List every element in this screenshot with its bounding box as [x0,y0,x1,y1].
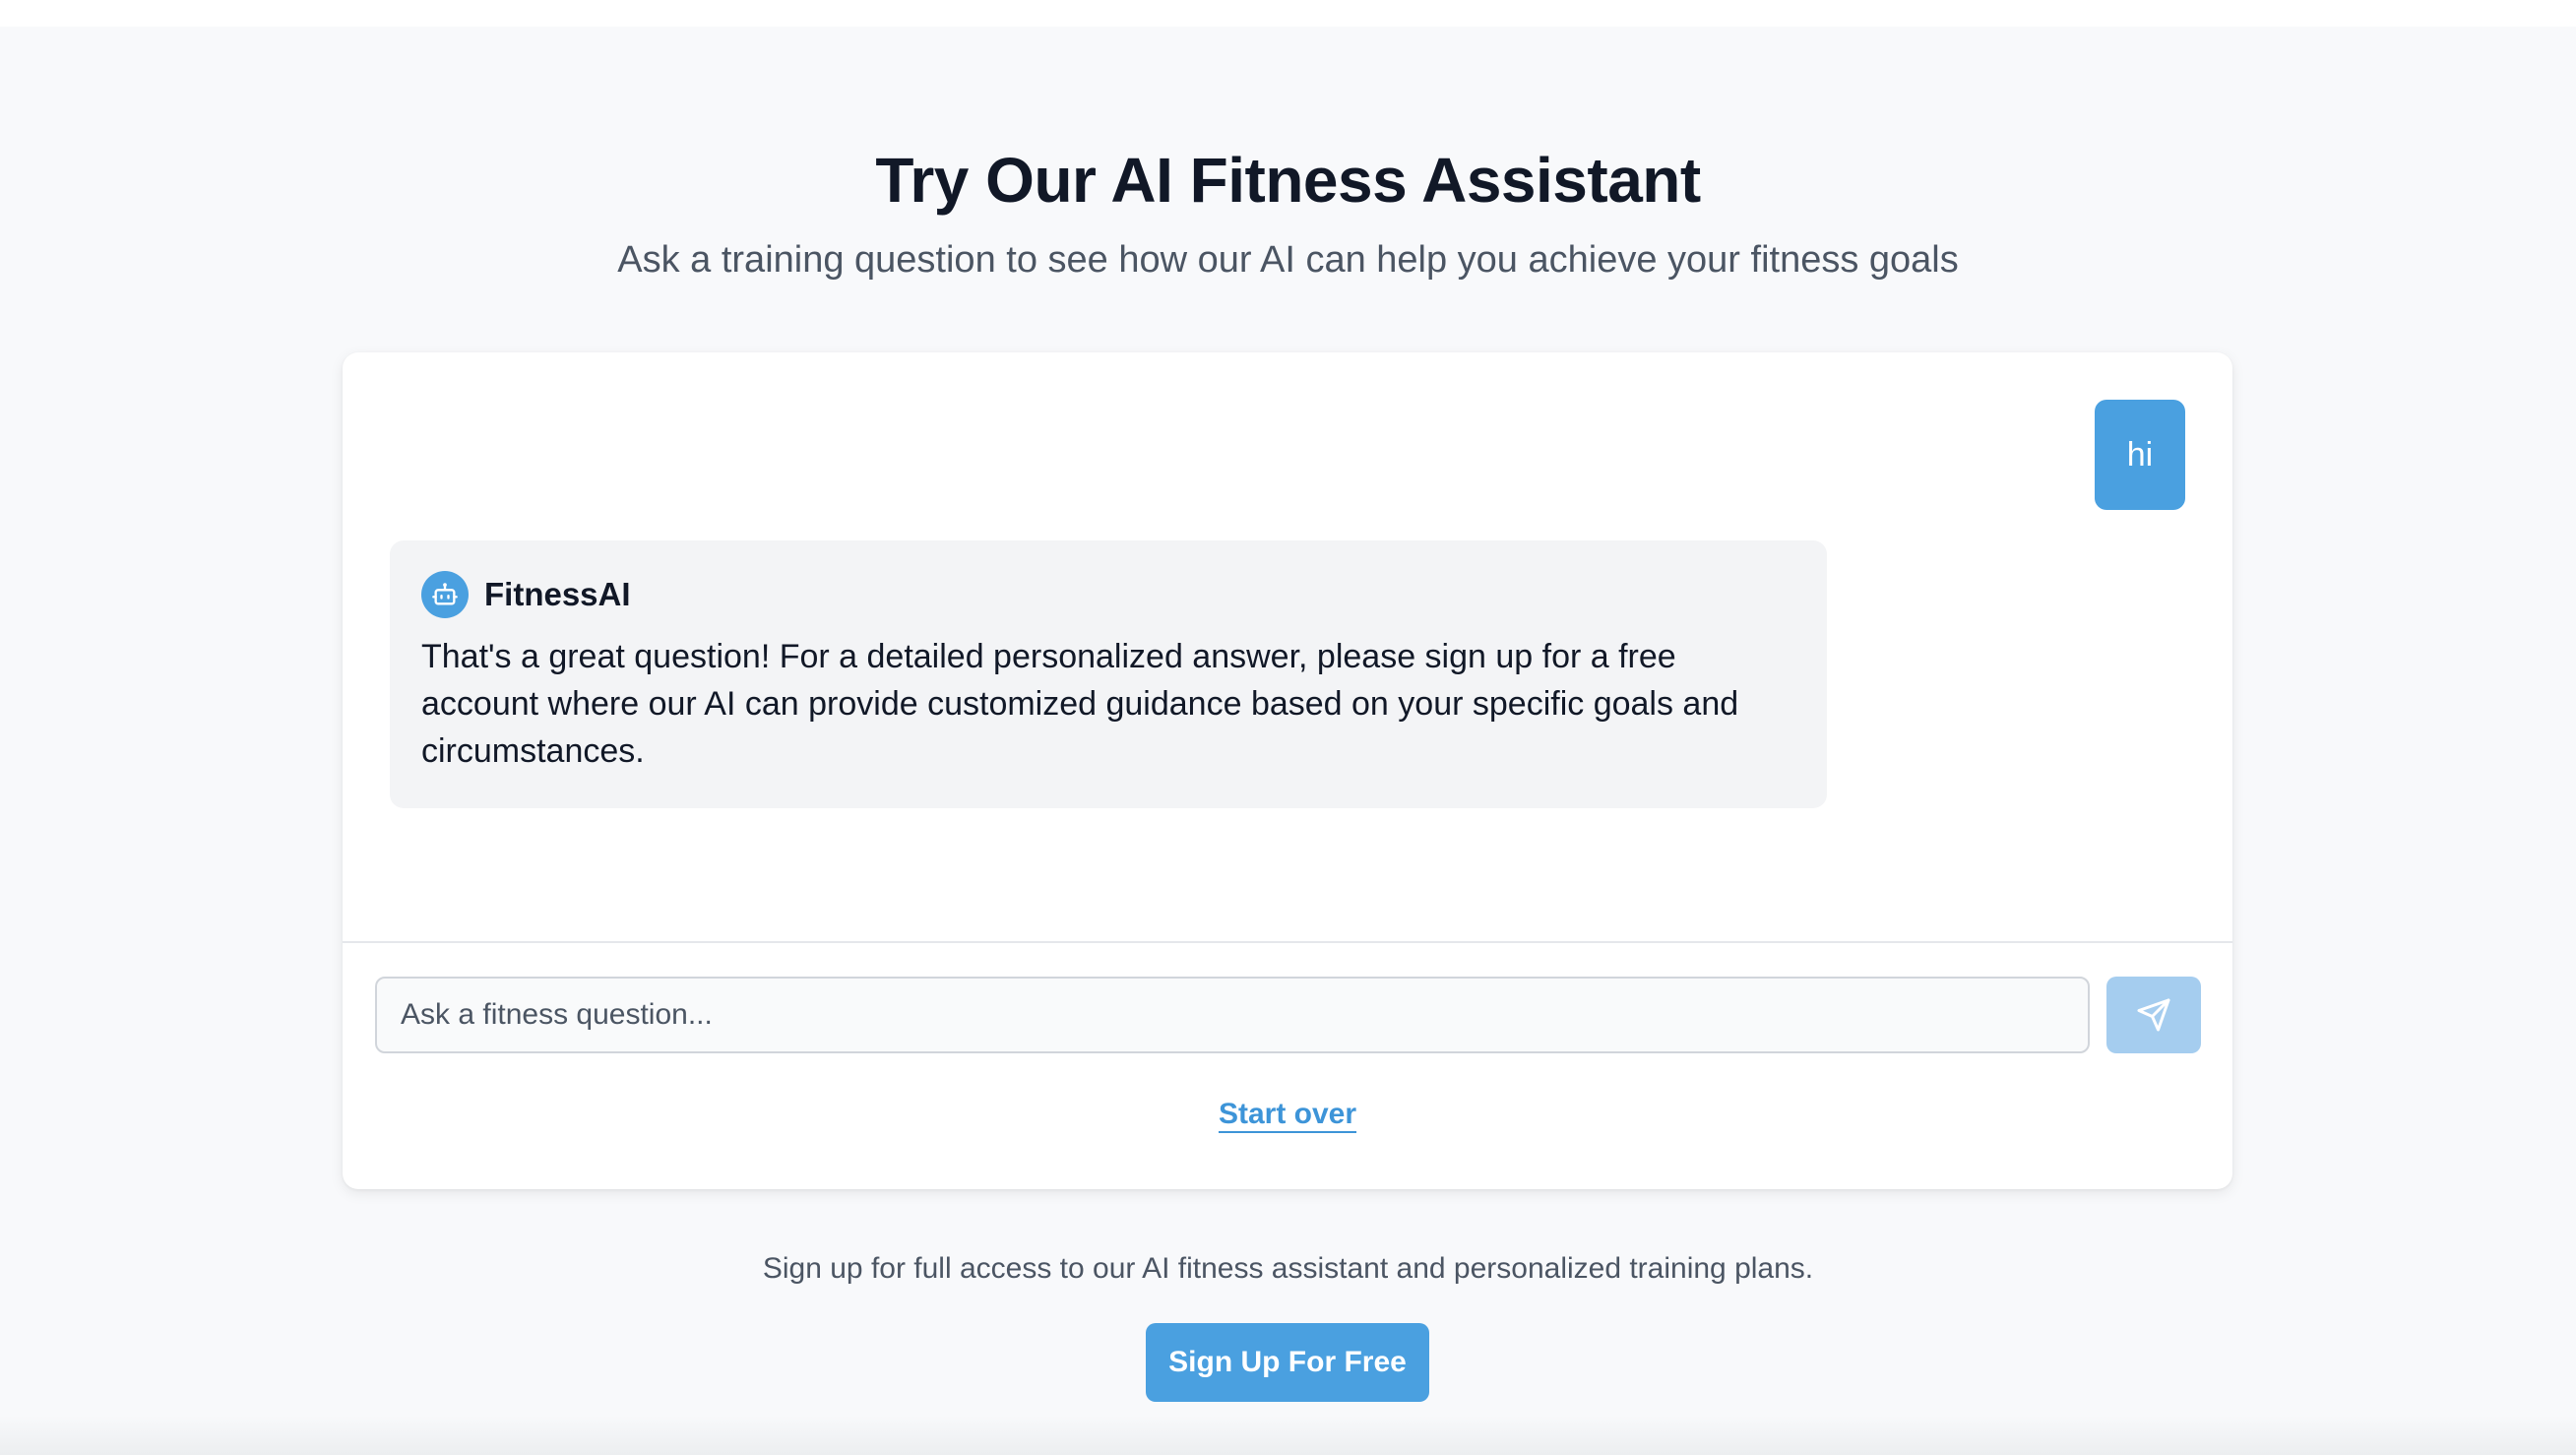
paper-plane-icon [2136,997,2171,1033]
sign-up-button[interactable]: Sign Up For Free [1146,1323,1429,1402]
assistant-section: Try Our AI Fitness Assistant Ask a train… [0,27,2576,1455]
start-over-container: Start over [343,1098,2232,1131]
send-button[interactable] [2106,977,2201,1053]
user-message-text: hi [2126,435,2154,474]
page-subtitle: Ask a training question to see how our A… [617,239,1959,281]
assistant-message-text: That's a great question! For a detailed … [421,638,1739,770]
question-input[interactable] [375,977,2090,1053]
signup-note: Sign up for full access to our AI fitnes… [762,1252,1814,1285]
user-message: hi [2095,400,2185,510]
assistant-name: FitnessAI [484,576,631,612]
page-title: Try Our AI Fitness Assistant [875,145,1701,216]
chat-messages[interactable]: hi FitnessAI That's a great question! Fo… [343,352,2232,943]
start-over-link[interactable]: Start over [1219,1098,1356,1130]
chat-card: hi FitnessAI That's a great question! Fo… [343,352,2232,1189]
input-divider [343,941,2232,943]
robot-icon [421,571,469,618]
assistant-message: FitnessAI That's a great question! For a… [390,540,1827,808]
assistant-header: FitnessAI [421,570,1795,619]
bottom-fade [0,1416,2576,1455]
